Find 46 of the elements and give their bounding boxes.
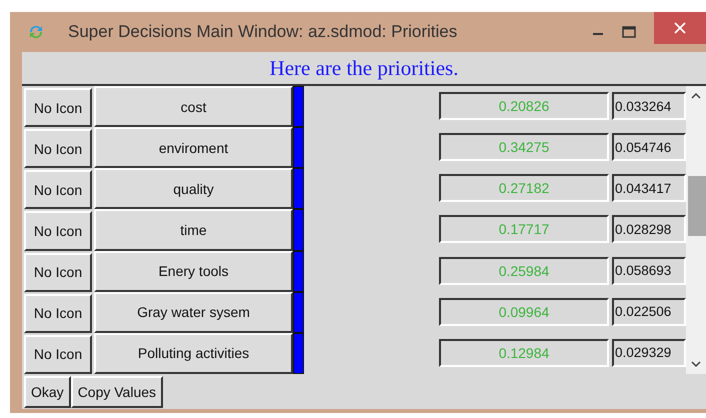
scroll-up-icon[interactable] (691, 92, 701, 100)
scrollbar-thumb[interactable] (688, 176, 706, 236)
no-icon-button[interactable]: No Icon (24, 211, 92, 251)
priority-field: 0.25984 (439, 256, 609, 285)
node-button[interactable]: Gray water sysem (94, 292, 293, 333)
priority-field: 0.09964 (439, 298, 609, 326)
no-icon-button[interactable]: No Icon (24, 129, 92, 168)
no-icon-button[interactable]: No Icon (24, 170, 92, 210)
node-button[interactable]: quality (94, 168, 293, 210)
close-button[interactable] (654, 12, 706, 44)
priority-bar (293, 168, 304, 210)
node-button[interactable]: Polluting activities (94, 332, 293, 374)
normalized-field: 0.043417 (612, 174, 686, 202)
no-icon-button[interactable]: No Icon (24, 294, 92, 333)
no-icon-button[interactable]: No Icon (24, 334, 92, 374)
priority-field: 0.20826 (439, 92, 609, 120)
dialog-button[interactable]: Okay (24, 376, 71, 408)
normalized-field: 0.054746 (612, 133, 686, 162)
node-button[interactable]: cost (94, 86, 293, 128)
normalized-field: 0.058693 (612, 256, 686, 285)
normalized-field: 0.029329 (612, 338, 686, 367)
normalized-field: 0.028298 (612, 215, 686, 244)
priority-bar (293, 86, 304, 128)
no-icon-button[interactable]: No Icon (24, 252, 92, 292)
node-button[interactable]: Enery tools (94, 250, 293, 292)
normalized-field: 0.022506 (612, 298, 686, 326)
close-icon[interactable] (674, 22, 686, 34)
priority-bar (293, 209, 304, 251)
normalized-field: 0.033264 (612, 92, 686, 120)
priority-field: 0.12984 (439, 338, 609, 367)
scroll-down-icon[interactable] (691, 360, 701, 368)
refresh-icon (28, 24, 44, 40)
priority-field: 0.27182 (439, 174, 609, 202)
priority-bar (293, 292, 304, 333)
node-button[interactable]: time (94, 209, 293, 251)
priority-field: 0.17717 (439, 215, 609, 244)
dialog-button[interactable]: Copy Values (70, 376, 164, 408)
no-icon-button[interactable]: No Icon (24, 88, 92, 128)
node-button[interactable]: enviroment (94, 127, 293, 168)
priority-bar (293, 127, 304, 168)
maximize-icon[interactable] (622, 26, 636, 38)
priority-bar (293, 332, 304, 374)
window-title: Super Decisions Main Window: az.sdmod: Priorities (68, 22, 458, 42)
priority-field: 0.34275 (439, 133, 609, 162)
scrollbar[interactable] (686, 86, 706, 374)
priority-bar (293, 250, 304, 292)
